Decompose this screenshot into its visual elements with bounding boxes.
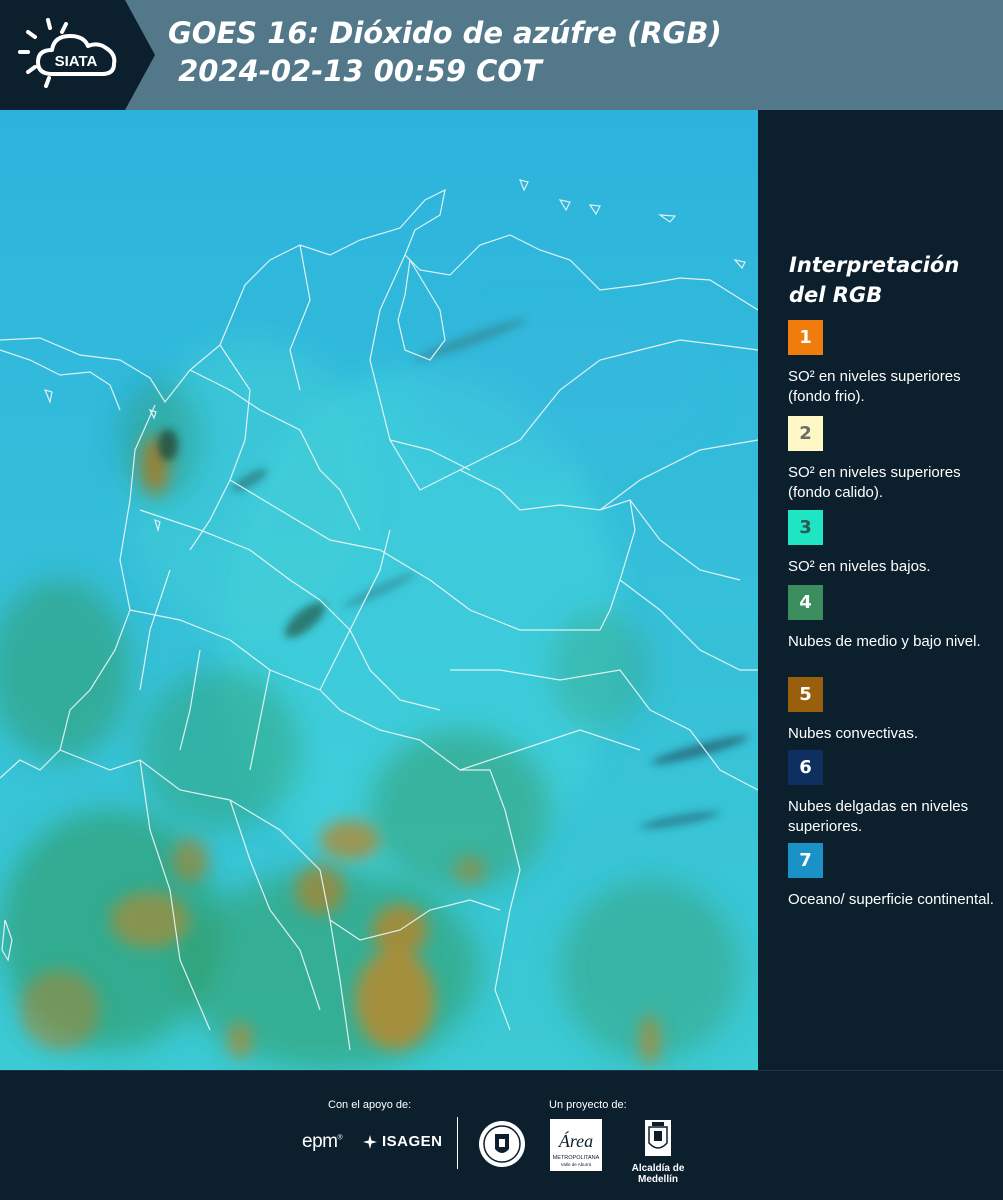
legend-swatch-5: 5 <box>788 677 823 712</box>
area-logo-subtext: METROPOLITANA <box>553 1155 600 1161</box>
project-label: Un proyecto de: <box>549 1099 627 1111</box>
legend-label-5: Nubes convectivas. <box>788 725 919 742</box>
area-logo-text: Área <box>558 1130 593 1151</box>
legend-label-4: Nubes de medio y bajo nivel. <box>788 633 981 650</box>
support-label: Con el apoyo de: <box>328 1099 412 1111</box>
legend-title: Interpretación del RGB <box>789 253 960 307</box>
isagen-logo-text: ISAGEN <box>382 1133 443 1150</box>
legend-swatch-6: 6 <box>788 750 823 785</box>
legend-swatch-3: 3 <box>788 510 823 545</box>
legend-label-3: SO² en niveles bajos. <box>788 558 931 575</box>
legend-label-2: SO² en niveles superiores (fondo calido)… <box>788 464 961 501</box>
title-line-2: 2024-02-13 00:59 COT <box>168 54 542 88</box>
legend-swatch-1: 1 <box>788 320 823 355</box>
university-seal-icon <box>479 1121 525 1167</box>
legend-item-3: 3 SO² en niveles bajos. <box>788 510 998 577</box>
legend-label-1: SO² en niveles superiores (fondo frio). <box>788 368 961 405</box>
epm-logo: epm® <box>302 1131 343 1152</box>
medellin-coat-of-arms-icon <box>645 1120 671 1156</box>
legend-label-6: Nubes delgadas en niveles superiores. <box>788 798 969 835</box>
alcaldia-label: Alcaldía de Medellín <box>631 1163 685 1185</box>
legend-panel: Interpretación del RGB 1 SO² en niveles … <box>760 110 1003 1070</box>
header-bar: SIATA GOES 16: Dióxido de azúfre (RGB) 2… <box>0 0 1003 110</box>
satellite-map[interactable] <box>0 110 758 1070</box>
legend-swatch-7: 7 <box>788 843 823 878</box>
isagen-star-icon <box>363 1134 377 1149</box>
logo-text: SIATA <box>55 53 98 70</box>
area-logo-subtext2: Valle de Aburrá <box>561 1162 592 1167</box>
legend-item-5: 5 Nubes convectivas. <box>788 677 998 744</box>
legend-item-7: 7 Oceano/ superficie continental. <box>788 843 998 910</box>
title-line-1: GOES 16: Dióxido de azúfre (RGB) <box>168 16 722 50</box>
legend-item-6: 6 Nubes delgadas en niveles superiores. <box>788 750 998 837</box>
legend-item-1: 1 SO² en niveles superiores (fondo frio)… <box>788 320 998 407</box>
logo-arrow-shape <box>125 0 155 110</box>
page-title: GOES 16: Dióxido de azúfre (RGB) 2024-02… <box>168 14 722 90</box>
area-metropolitana-logo: Área METROPOLITANA Valle de Aburrá <box>550 1119 602 1171</box>
siata-logo-icon: SIATA <box>18 18 117 88</box>
map-canvas <box>0 110 758 1070</box>
legend-label-7: Oceano/ superficie continental. <box>788 891 994 908</box>
epm-logo-text: epm <box>302 1131 338 1152</box>
legend-item-4: 4 Nubes de medio y bajo nivel. <box>788 585 998 652</box>
legend-swatch-2: 2 <box>788 416 823 451</box>
legend-swatch-4: 4 <box>788 585 823 620</box>
legend-item-2: 2 SO² en niveles superiores (fondo calid… <box>788 416 998 503</box>
alcaldia-logo: Alcaldía de Medellín <box>612 1119 704 1185</box>
isagen-logo: ISAGEN <box>362 1133 443 1150</box>
footer-divider <box>457 1117 458 1169</box>
footer-bar: Con el apoyo de: Un proyecto de: epm® IS… <box>0 1070 1003 1200</box>
